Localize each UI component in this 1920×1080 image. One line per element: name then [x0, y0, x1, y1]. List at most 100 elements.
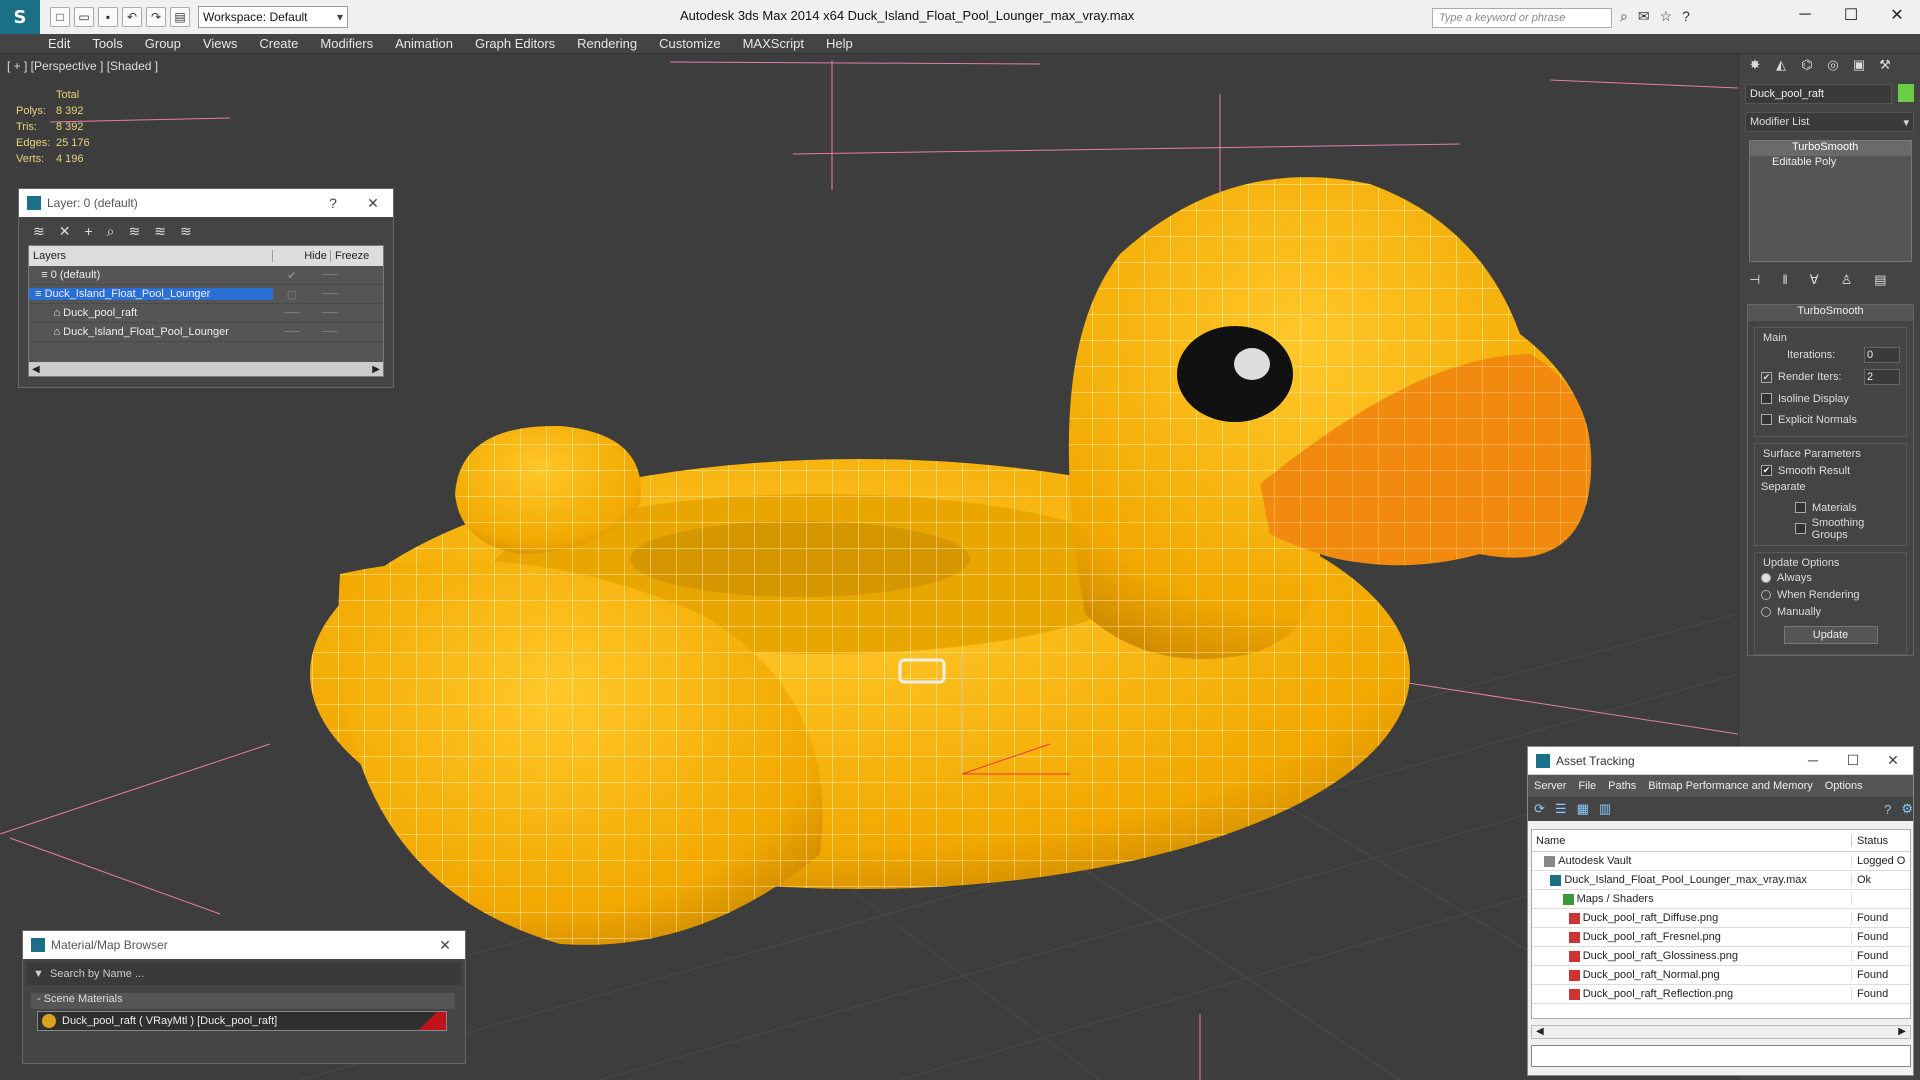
hide-all-icon[interactable]: ≋ [154, 223, 166, 240]
asset-row[interactable]: Duck_pool_raft_Normal.png Found [1532, 966, 1910, 985]
freeze-toggle[interactable]: ── [311, 307, 349, 319]
open-file-icon[interactable]: ▭ [74, 7, 94, 27]
menu-rendering[interactable]: Rendering [577, 36, 637, 51]
when-rendering-radio[interactable]: When Rendering [1761, 586, 1900, 603]
explicit-normals-checkbox[interactable]: Explicit Normals [1761, 409, 1900, 430]
isoline-display-checkbox[interactable]: Isoline Display [1761, 388, 1900, 409]
object-color-swatch[interactable] [1898, 84, 1914, 102]
project-folder-icon[interactable]: ▤ [170, 7, 190, 27]
menu-modifiers[interactable]: Modifiers [320, 36, 373, 51]
asset-row[interactable]: Duck_pool_raft_Reflection.png Found [1532, 985, 1910, 1004]
save-icon[interactable]: ▪ [98, 7, 118, 27]
show-end-result-icon[interactable]: ‖ [1782, 272, 1787, 292]
chevron-right-icon[interactable]: ▶ [1898, 1026, 1906, 1038]
list-view-icon[interactable]: ☰ [1555, 801, 1567, 817]
help-icon[interactable]: ? [1884, 802, 1891, 817]
new-file-icon[interactable]: □ [50, 7, 70, 27]
motion-tab-icon[interactable]: ◎ [1823, 57, 1843, 75]
col-status[interactable]: Status [1852, 835, 1888, 847]
asset-path-field[interactable] [1531, 1045, 1911, 1067]
freeze-toggle[interactable]: ── [311, 288, 349, 300]
menu-server[interactable]: Server [1534, 780, 1566, 792]
menu-tools[interactable]: Tools [92, 36, 122, 51]
app-menu-button[interactable]: S [0, 0, 40, 34]
freeze-all-icon[interactable]: ≋ [180, 223, 192, 240]
col-layers[interactable]: Layers [29, 250, 273, 262]
refresh-icon[interactable]: ⟳ [1534, 801, 1545, 817]
menu-options[interactable]: Options [1825, 780, 1863, 792]
viewport-label[interactable]: [ + ] [Perspective ] [Shaded ] [7, 59, 158, 73]
search-input[interactable]: Type a keyword or phrase [1432, 8, 1612, 28]
asset-row[interactable]: Maps / Shaders [1532, 890, 1910, 909]
star-icon[interactable]: ☆ [1660, 8, 1673, 25]
layer-row[interactable]: ⌂ Duck_Island_Float_Pool_Lounger ── ── [29, 323, 383, 342]
pin-stack-icon[interactable]: ⊣ [1749, 272, 1760, 292]
create-tab-icon[interactable]: ✸ [1745, 57, 1765, 75]
binoculars-icon[interactable]: ⌕ [1620, 8, 1628, 25]
panel-title-bar[interactable]: Material/Map Browser ✕ [23, 931, 465, 959]
update-button[interactable]: Update [1783, 626, 1878, 644]
display-tab-icon[interactable]: ▣ [1849, 57, 1869, 75]
menu-create[interactable]: Create [259, 36, 298, 51]
smooth-result-checkbox[interactable]: ✔ Smooth Result [1761, 460, 1900, 481]
chevron-right-icon[interactable]: ▶ [372, 364, 380, 375]
help-icon[interactable]: ? [1682, 8, 1690, 25]
utilities-tab-icon[interactable]: ⚒ [1875, 57, 1895, 75]
asset-row[interactable]: Duck_Island_Float_Pool_Lounger_max_vray.… [1532, 871, 1910, 890]
horizontal-scrollbar[interactable]: ◀ ▶ [1531, 1025, 1911, 1039]
communication-center-icon[interactable]: ✉ [1638, 8, 1650, 25]
modifier-list-dropdown[interactable]: Modifier List ▾ [1745, 112, 1914, 132]
add-selection-icon[interactable]: + [84, 223, 92, 239]
layer-row[interactable]: ≡ Duck_Island_Float_Pool_Lounger ▢ ── [29, 285, 383, 304]
material-search-input[interactable]: ▼ Search by Name ... [27, 963, 461, 985]
create-layer-icon[interactable]: ≋ [33, 223, 45, 240]
asset-row[interactable]: Duck_pool_raft_Diffuse.png Found [1532, 909, 1910, 928]
panel-title-bar[interactable]: Layer: 0 (default) ? ✕ [19, 189, 393, 217]
asset-row[interactable]: Duck_pool_raft_Fresnel.png Found [1532, 928, 1910, 947]
thumbnail-view-icon[interactable]: ▦ [1577, 801, 1589, 817]
scene-materials-group[interactable]: - Scene Materials [31, 993, 455, 1009]
iterations-input[interactable]: 0 [1864, 347, 1900, 363]
stack-item-editable-poly[interactable]: Editable Poly [1750, 156, 1911, 171]
delete-layer-icon[interactable]: ✕ [59, 223, 71, 240]
menu-help[interactable]: Help [826, 36, 853, 51]
table-view-icon[interactable]: ▥ [1599, 801, 1611, 817]
minimize-button[interactable]: ─ [1793, 752, 1833, 769]
close-button[interactable]: ✕ [425, 937, 465, 954]
settings-icon[interactable]: ⚙ [1901, 801, 1913, 817]
current-layer-icon[interactable]: ▢ [273, 288, 311, 301]
asset-row[interactable]: Duck_pool_raft_Glossiness.png Found [1532, 947, 1910, 966]
materials-checkbox[interactable]: Materials [1761, 497, 1900, 518]
stack-item-turbosmooth[interactable]: TurboSmooth [1750, 141, 1911, 156]
duck-mesh[interactable] [310, 177, 1592, 945]
remove-modifier-icon[interactable]: ♙ [1841, 272, 1853, 292]
menu-bitmap-performance[interactable]: Bitmap Performance and Memory [1648, 780, 1812, 792]
col-freeze[interactable]: Freeze [331, 250, 369, 262]
freeze-toggle[interactable]: ── [311, 269, 349, 281]
make-unique-icon[interactable]: ∀ [1810, 272, 1819, 292]
menu-animation[interactable]: Animation [395, 36, 453, 51]
menu-customize[interactable]: Customize [659, 36, 720, 51]
render-iters-input[interactable]: 2 [1864, 369, 1900, 385]
current-check-icon[interactable]: ✔ [273, 269, 311, 282]
hierarchy-tab-icon[interactable]: ⌬ [1797, 57, 1817, 75]
rollout-title[interactable]: TurboSmooth [1748, 305, 1913, 321]
horizontal-scrollbar[interactable]: ◀ ▶ [29, 362, 383, 376]
workspace-dropdown[interactable]: Workspace: Default ▾ [198, 6, 348, 28]
panel-title-bar[interactable]: Asset Tracking ─ ☐ ✕ [1528, 747, 1913, 775]
manually-radio[interactable]: Manually [1761, 603, 1900, 620]
select-objects-icon[interactable]: ⌕ [107, 223, 115, 240]
filter-icon[interactable]: ▼ [33, 968, 50, 980]
configure-sets-icon[interactable]: ▤ [1874, 272, 1886, 292]
menu-group[interactable]: Group [145, 36, 181, 51]
smoothing-groups-checkbox[interactable]: Smoothing Groups [1761, 517, 1900, 541]
render-iters-checkbox[interactable]: ✔ [1761, 371, 1772, 383]
menu-maxscript[interactable]: MAXScript [743, 36, 804, 51]
chevron-left-icon[interactable]: ◀ [32, 364, 40, 375]
hide-toggle[interactable]: ── [273, 307, 311, 319]
hide-toggle[interactable]: ── [273, 326, 311, 338]
freeze-toggle[interactable]: ── [311, 326, 349, 338]
close-button[interactable]: ✕ [1874, 0, 1920, 30]
modify-tab-icon[interactable]: ◭ [1771, 57, 1791, 75]
menu-views[interactable]: Views [203, 36, 237, 51]
